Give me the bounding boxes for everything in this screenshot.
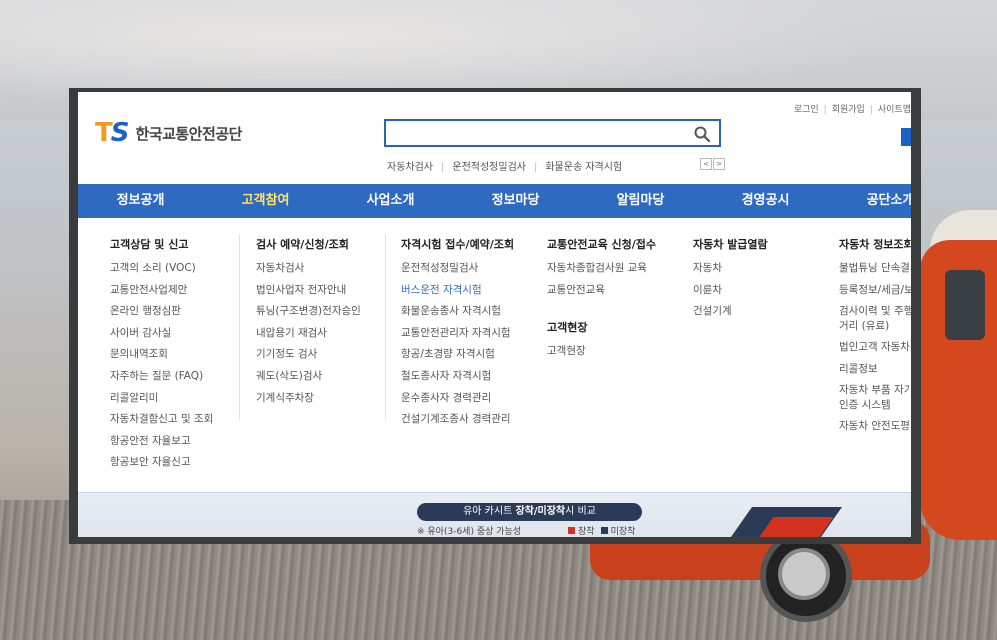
menu-column-certificates: 자동차 발급열람 자동차 이륜차 건설기계: [693, 236, 768, 323]
gnb-item-about[interactable]: 공단소개: [828, 184, 911, 218]
gnb-item-notices[interactable]: 알림마당: [578, 184, 703, 218]
menu-item[interactable]: 교통안전관리자 자격시험: [401, 323, 514, 345]
menu-item[interactable]: 항공/초경량 자격시험: [401, 344, 514, 366]
menu-item[interactable]: 기계식주차장: [256, 388, 361, 410]
menu-column-education: 교통안전교육 신청/접수 자동차종합검사원 교육 교통안전교육 고객현장 고객현…: [547, 236, 656, 363]
menu-item[interactable]: 튜닝(구조변경)전자승인: [256, 301, 361, 323]
ts-logo-icon: TS: [95, 118, 129, 148]
menu-item[interactable]: 운전적성정밀검사: [401, 258, 514, 280]
search-icon[interactable]: [693, 125, 711, 143]
menu-item[interactable]: 자동차: [693, 258, 768, 280]
menu-item[interactable]: 법인고객 자동차정보: [839, 337, 911, 359]
logo-name: 한국교통안전공단: [135, 124, 242, 143]
menu-item[interactable]: 자동차 부품 자기인증 시스템: [839, 380, 911, 416]
menu-item[interactable]: 화물운송종사 자격시험: [401, 301, 514, 323]
menu-column-title: 자동차 발급열람: [693, 238, 768, 251]
menu-item[interactable]: 문의내역조회: [110, 344, 213, 366]
menu-item[interactable]: 기기정도 검사: [256, 344, 361, 366]
menu-item[interactable]: 항공안전 자율보고: [110, 431, 213, 453]
menu-item[interactable]: 교통안전사업제안: [110, 280, 213, 302]
sitemap-link[interactable]: 사이트맵: [878, 105, 911, 115]
menu-item[interactable]: 이륜차: [693, 280, 768, 302]
menu-item[interactable]: 리콜정보: [839, 359, 911, 381]
menu-item-highlighted[interactable]: 버스운전 자격시험: [401, 280, 514, 302]
global-navigation: 정보공개 고객참여 사업소개 정보마당 알림마당 경영공시 공단소개: [78, 184, 911, 218]
menu-column-title: 교통안전교육 신청/접수: [547, 238, 657, 251]
menu-item[interactable]: 내압용기 재검사: [256, 323, 361, 345]
menu-column-vehicle-info: 자동차 정보조회 불법튜닝 단속결과 등록정보/세금/보험 검사이력 및 주행거…: [839, 236, 911, 438]
menu-column-title: 검사 예약/신청/조회: [256, 238, 349, 251]
gnb-item-customer-participation[interactable]: 고객참여: [203, 184, 328, 218]
banner-legend: 장착 미장착: [568, 524, 635, 537]
banner-title: 유아 카시트 장착/미장착시 비교: [417, 503, 642, 521]
menu-item[interactable]: 검사이력 및 주행거리 (유료): [839, 301, 911, 337]
menu-column-title: 자동차 정보조회: [839, 238, 911, 251]
menu-item[interactable]: 등록정보/세금/보험: [839, 280, 911, 302]
quick-prev-button[interactable]: <: [700, 158, 712, 170]
legend-navy-square-icon: [600, 527, 608, 534]
menu-item[interactable]: 항공보안 자율신고: [110, 452, 213, 474]
gnb-item-business[interactable]: 사업소개: [328, 184, 453, 218]
menu-item[interactable]: 고객의 소리 (VOC): [110, 258, 213, 280]
menu-column-consultation: 고객상담 및 신고 고객의 소리 (VOC) 교통안전사업제안 온라인 행정심판…: [110, 236, 213, 474]
menu-column-title: 자격시험 접수/예약/조회: [401, 238, 515, 251]
search-box: [384, 119, 721, 147]
menu-divider: [239, 234, 240, 420]
quick-next-button[interactable]: >: [713, 158, 725, 170]
web-page: 로그인 | 회원가입 | 사이트맵 TS 한국교통안전공단 자동차검사 | 운전적성정밀검사…: [78, 92, 911, 537]
menu-item[interactable]: 자동차 안전도평가: [839, 416, 911, 438]
promo-banner[interactable]: 유아 카시트 장착/미장착시 비교 ※ 유아(3-6세) 중상 가능성 장착 미장…: [78, 492, 911, 537]
mega-menu: 고객상담 및 신고 고객의 소리 (VOC) 교통안전사업제안 온라인 행정심판…: [78, 218, 911, 492]
quick-link-aptitude-test[interactable]: 운전적성정밀검사: [452, 162, 526, 173]
menu-item[interactable]: 운수종사자 경력관리: [401, 388, 514, 410]
menu-column-inspection: 검사 예약/신청/조회 자동차검사 법인사업자 전자안내 튜닝(구조변경)전자승…: [256, 236, 361, 409]
menu-item[interactable]: 자동차결함신고 및 조회: [110, 409, 213, 431]
legend-red-square-icon: [568, 527, 575, 534]
search-input[interactable]: [392, 121, 686, 147]
side-banner-button[interactable]: [901, 128, 911, 146]
menu-item[interactable]: 자동차검사: [256, 258, 361, 280]
menu-item[interactable]: 법인사업자 전자안내: [256, 280, 361, 302]
menu-column-title: 고객상담 및 신고: [110, 238, 189, 251]
quick-links: 자동차검사 | 운전적성정밀검사 | 화물운송 자격시험: [387, 162, 623, 173]
quick-link-freight-exam[interactable]: 화물운송 자격시험: [545, 162, 622, 173]
menu-item[interactable]: 건설기계조종사 경력관리: [401, 409, 514, 431]
site-logo[interactable]: TS 한국교통안전공단: [95, 120, 242, 146]
menu-item[interactable]: 온라인 행정심판: [110, 301, 213, 323]
gnb-item-management[interactable]: 경영공시: [703, 184, 828, 218]
menu-column-subtitle: 고객현장: [547, 321, 588, 335]
menu-item[interactable]: 리콜알리미: [110, 388, 213, 410]
menu-item[interactable]: 고객현장: [547, 341, 656, 363]
signup-link[interactable]: 회원가입: [832, 105, 865, 115]
menu-divider: [385, 234, 386, 420]
menu-item[interactable]: 자동차종합검사원 교육: [547, 258, 656, 280]
menu-item[interactable]: 교통안전교육: [547, 280, 656, 302]
utility-links: 로그인 | 회원가입 | 사이트맵: [793, 105, 911, 115]
menu-item[interactable]: 궤도(삭도)검사: [256, 366, 361, 388]
quick-link-vehicle-inspection[interactable]: 자동차검사: [387, 162, 433, 173]
gnb-item-information[interactable]: 정보마당: [453, 184, 578, 218]
screenshot-frame: 로그인 | 회원가입 | 사이트맵 TS 한국교통안전공단 자동차검사 | 운전적성정밀검사…: [69, 88, 921, 544]
quick-links-nav: < >: [700, 158, 726, 170]
menu-item[interactable]: 불법튜닝 단속결과: [839, 258, 911, 280]
menu-item[interactable]: 자주하는 질문 (FAQ): [110, 366, 213, 388]
menu-column-exam: 자격시험 접수/예약/조회 운전적성정밀검사 버스운전 자격시험 화물운송종사 …: [401, 236, 514, 431]
menu-item[interactable]: 사이버 감사실: [110, 323, 213, 345]
menu-item[interactable]: 건설기계: [693, 301, 768, 323]
login-link[interactable]: 로그인: [794, 105, 819, 115]
menu-item[interactable]: 철도종사자 자격시험: [401, 366, 514, 388]
banner-note: ※ 유아(3-6세) 중상 가능성: [417, 527, 522, 537]
gnb-item-info-disclosure[interactable]: 정보공개: [78, 184, 203, 218]
